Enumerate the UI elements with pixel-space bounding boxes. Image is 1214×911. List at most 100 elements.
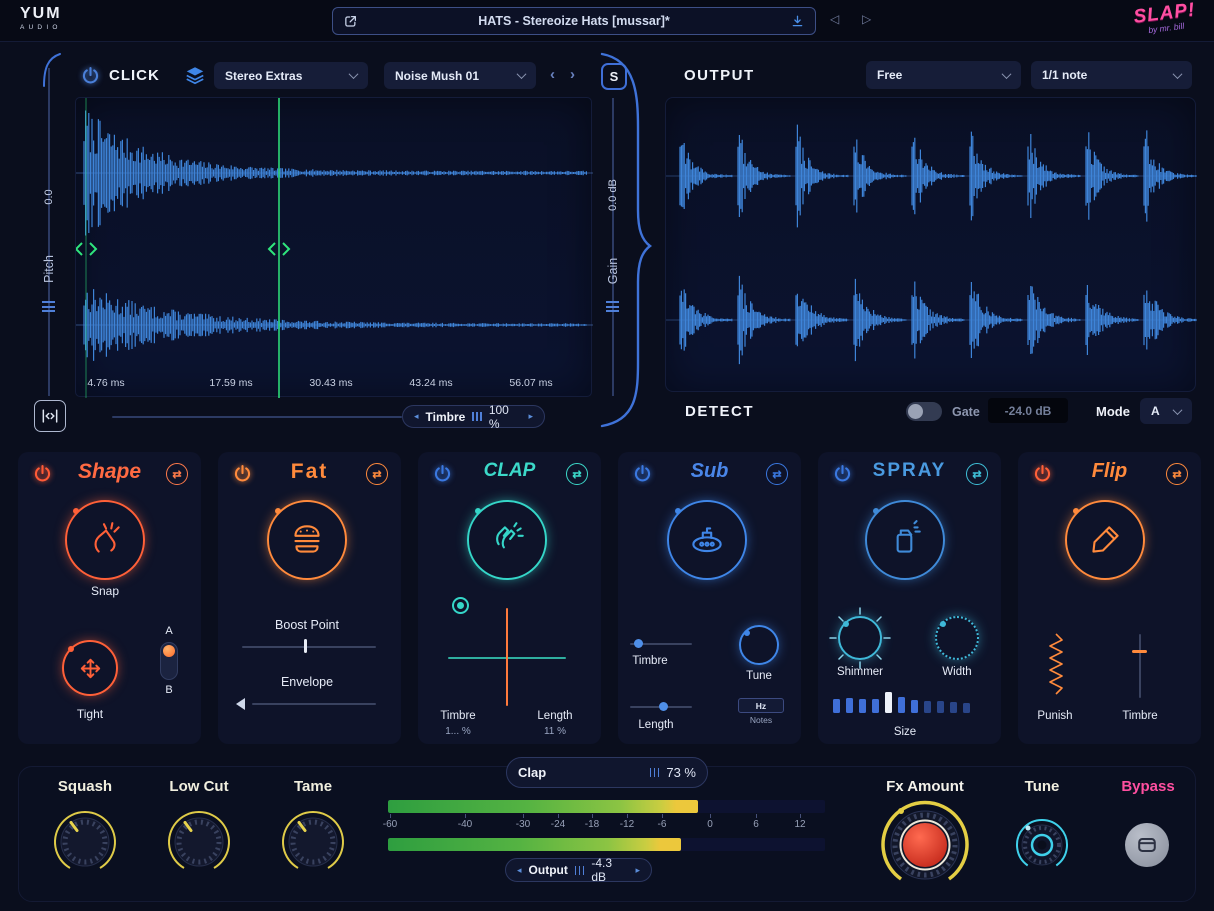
squash-knob[interactable] (49, 806, 121, 878)
drag-handle-icon[interactable] (650, 768, 660, 777)
flip-swap-icon[interactable]: ⇄ (1166, 463, 1188, 485)
shimmer-knob[interactable] (838, 616, 882, 660)
zoom-fit-button[interactable] (34, 400, 66, 432)
preset-bar[interactable]: HATS - Stereoize Hats [mussar]* (332, 7, 816, 35)
meter-tick-label: -30 (516, 819, 530, 830)
sample-prev-button[interactable]: ‹ (550, 66, 555, 83)
spray-swap-icon[interactable]: ⇄ (966, 463, 988, 485)
sub-tune-knob[interactable] (739, 625, 779, 665)
tame-knob[interactable] (277, 806, 349, 878)
chevron-down-icon (517, 69, 527, 79)
meter-tick-label: -18 (585, 819, 599, 830)
shape-swap-icon[interactable]: ⇄ (166, 463, 188, 485)
size-meter-bar (924, 701, 931, 713)
punish-label: Punish (1037, 710, 1072, 722)
drag-handle-icon[interactable] (472, 412, 482, 421)
preset-next-button[interactable]: ▷ (862, 13, 871, 25)
clap-y-axis[interactable] (506, 608, 508, 706)
sub-length-handle[interactable] (659, 702, 668, 711)
width-label: Width (942, 666, 971, 678)
sub-timbre-handle[interactable] (634, 639, 643, 648)
pitch-slider-handle[interactable] (42, 301, 55, 312)
increment-icon[interactable]: ▸ (635, 866, 640, 875)
flip-timbre-slider[interactable] (1139, 634, 1141, 698)
click-timbre-slider[interactable]: ◂ Timbre 100 % ▸ (402, 405, 545, 428)
click-sample-dropdown[interactable]: Noise Mush 01 (384, 62, 536, 89)
output-waveform-display[interactable] (665, 97, 1196, 392)
meter-fill (388, 838, 681, 851)
output-gain-slider[interactable]: ◂ Output -4.3 dB ▸ (505, 858, 652, 882)
clap-knob[interactable] (467, 500, 547, 580)
flip-knob[interactable] (1065, 500, 1145, 580)
decrement-icon[interactable]: ◂ (414, 412, 419, 421)
boost-point-handle[interactable] (304, 639, 307, 653)
preset-prev-button[interactable]: ◁ (830, 13, 839, 25)
mode-label: Mode (1096, 404, 1130, 419)
increment-icon[interactable]: ▸ (528, 412, 533, 421)
tune-knob[interactable] (1010, 813, 1074, 877)
lowcut-knob[interactable] (163, 806, 235, 878)
punish-zigzag-slider[interactable] (1046, 632, 1066, 700)
click-category-dropdown[interactable]: Stereo Extras (214, 62, 368, 89)
clap-macro-label: Clap (518, 765, 546, 780)
timbre-value: 100 % (489, 403, 522, 431)
meter-tick-mark (390, 814, 391, 818)
gain-brace-decoration (596, 50, 652, 430)
size-meter-bar (911, 700, 918, 713)
click-waveform-display[interactable]: 4.76 ms 17.59 ms 30.43 ms 43.24 ms 56.07… (75, 97, 592, 397)
squash-label: Squash (58, 778, 112, 795)
drag-handle-icon[interactable] (575, 866, 585, 875)
bypass-button[interactable] (1125, 823, 1169, 867)
output-note-dropdown[interactable]: 1/1 note (1031, 61, 1192, 89)
clap-mode-button[interactable] (452, 597, 469, 614)
export-preset-icon[interactable] (343, 14, 358, 29)
width-knob[interactable] (935, 616, 979, 660)
mode-dropdown[interactable]: A (1140, 398, 1192, 424)
envelope-slider[interactable] (252, 703, 376, 705)
size-meter[interactable] (833, 687, 987, 713)
preset-name[interactable]: HATS - Stereoize Hats [mussar]* (358, 14, 790, 28)
decrement-icon[interactable]: ◂ (517, 866, 522, 875)
yum-audio-logo[interactable]: YUM AUDIO (20, 5, 62, 31)
clap-macro-slider[interactable]: Clap 73 % (506, 757, 708, 788)
hz-notes-toggle[interactable]: Hz (738, 698, 784, 713)
output-sync-dropdown[interactable]: Free (866, 61, 1021, 89)
size-meter-bar (885, 692, 892, 713)
layers-icon[interactable] (184, 64, 206, 86)
snap-knob[interactable] (65, 500, 145, 580)
pitch-slider-track[interactable] (48, 68, 50, 396)
sample-next-button[interactable]: › (570, 66, 575, 83)
fat-knob[interactable] (267, 500, 347, 580)
clap-swap-icon[interactable]: ⇄ (566, 463, 588, 485)
envelope-handle-icon[interactable] (236, 698, 245, 710)
gain-slider-handle[interactable] (606, 301, 619, 312)
pitch-value: 0.0 (43, 189, 55, 204)
meter-tick-mark (465, 814, 466, 818)
flip-timbre-handle[interactable] (1132, 650, 1147, 653)
gate-toggle[interactable] (906, 402, 942, 421)
timbre-slider-track[interactable] (112, 416, 402, 418)
meter-tick-mark (710, 814, 711, 818)
gate-threshold-field[interactable]: -24.0 dB (988, 398, 1068, 423)
save-preset-icon[interactable] (790, 14, 805, 29)
clap-macro-value: 73 % (666, 765, 696, 780)
click-power-button[interactable] (80, 65, 101, 86)
snap-fingers-icon (84, 519, 126, 561)
pitch-track-curve (40, 50, 64, 90)
time-label: 56.07 ms (509, 377, 552, 389)
sub-swap-icon[interactable]: ⇄ (766, 463, 788, 485)
gain-slider-track[interactable] (612, 98, 614, 396)
module-sub: Sub ⇄ Timbre Tune Length Hz Notes (618, 452, 801, 744)
fx-amount-knob[interactable] (877, 797, 973, 893)
meter-tick-mark (523, 814, 524, 818)
tight-knob[interactable] (62, 640, 118, 696)
ab-label-b: B (165, 684, 172, 696)
fat-swap-icon[interactable]: ⇄ (366, 463, 388, 485)
shimmer-label: Shimmer (837, 666, 883, 678)
bypass-icon (1136, 834, 1158, 856)
sub-knob[interactable] (667, 500, 747, 580)
boost-point-slider[interactable] (242, 646, 376, 648)
ab-toggle[interactable] (160, 642, 178, 680)
spray-knob[interactable] (865, 500, 945, 580)
module-spray: SPRAY ⇄ Shimmer Width Size (818, 452, 1001, 744)
